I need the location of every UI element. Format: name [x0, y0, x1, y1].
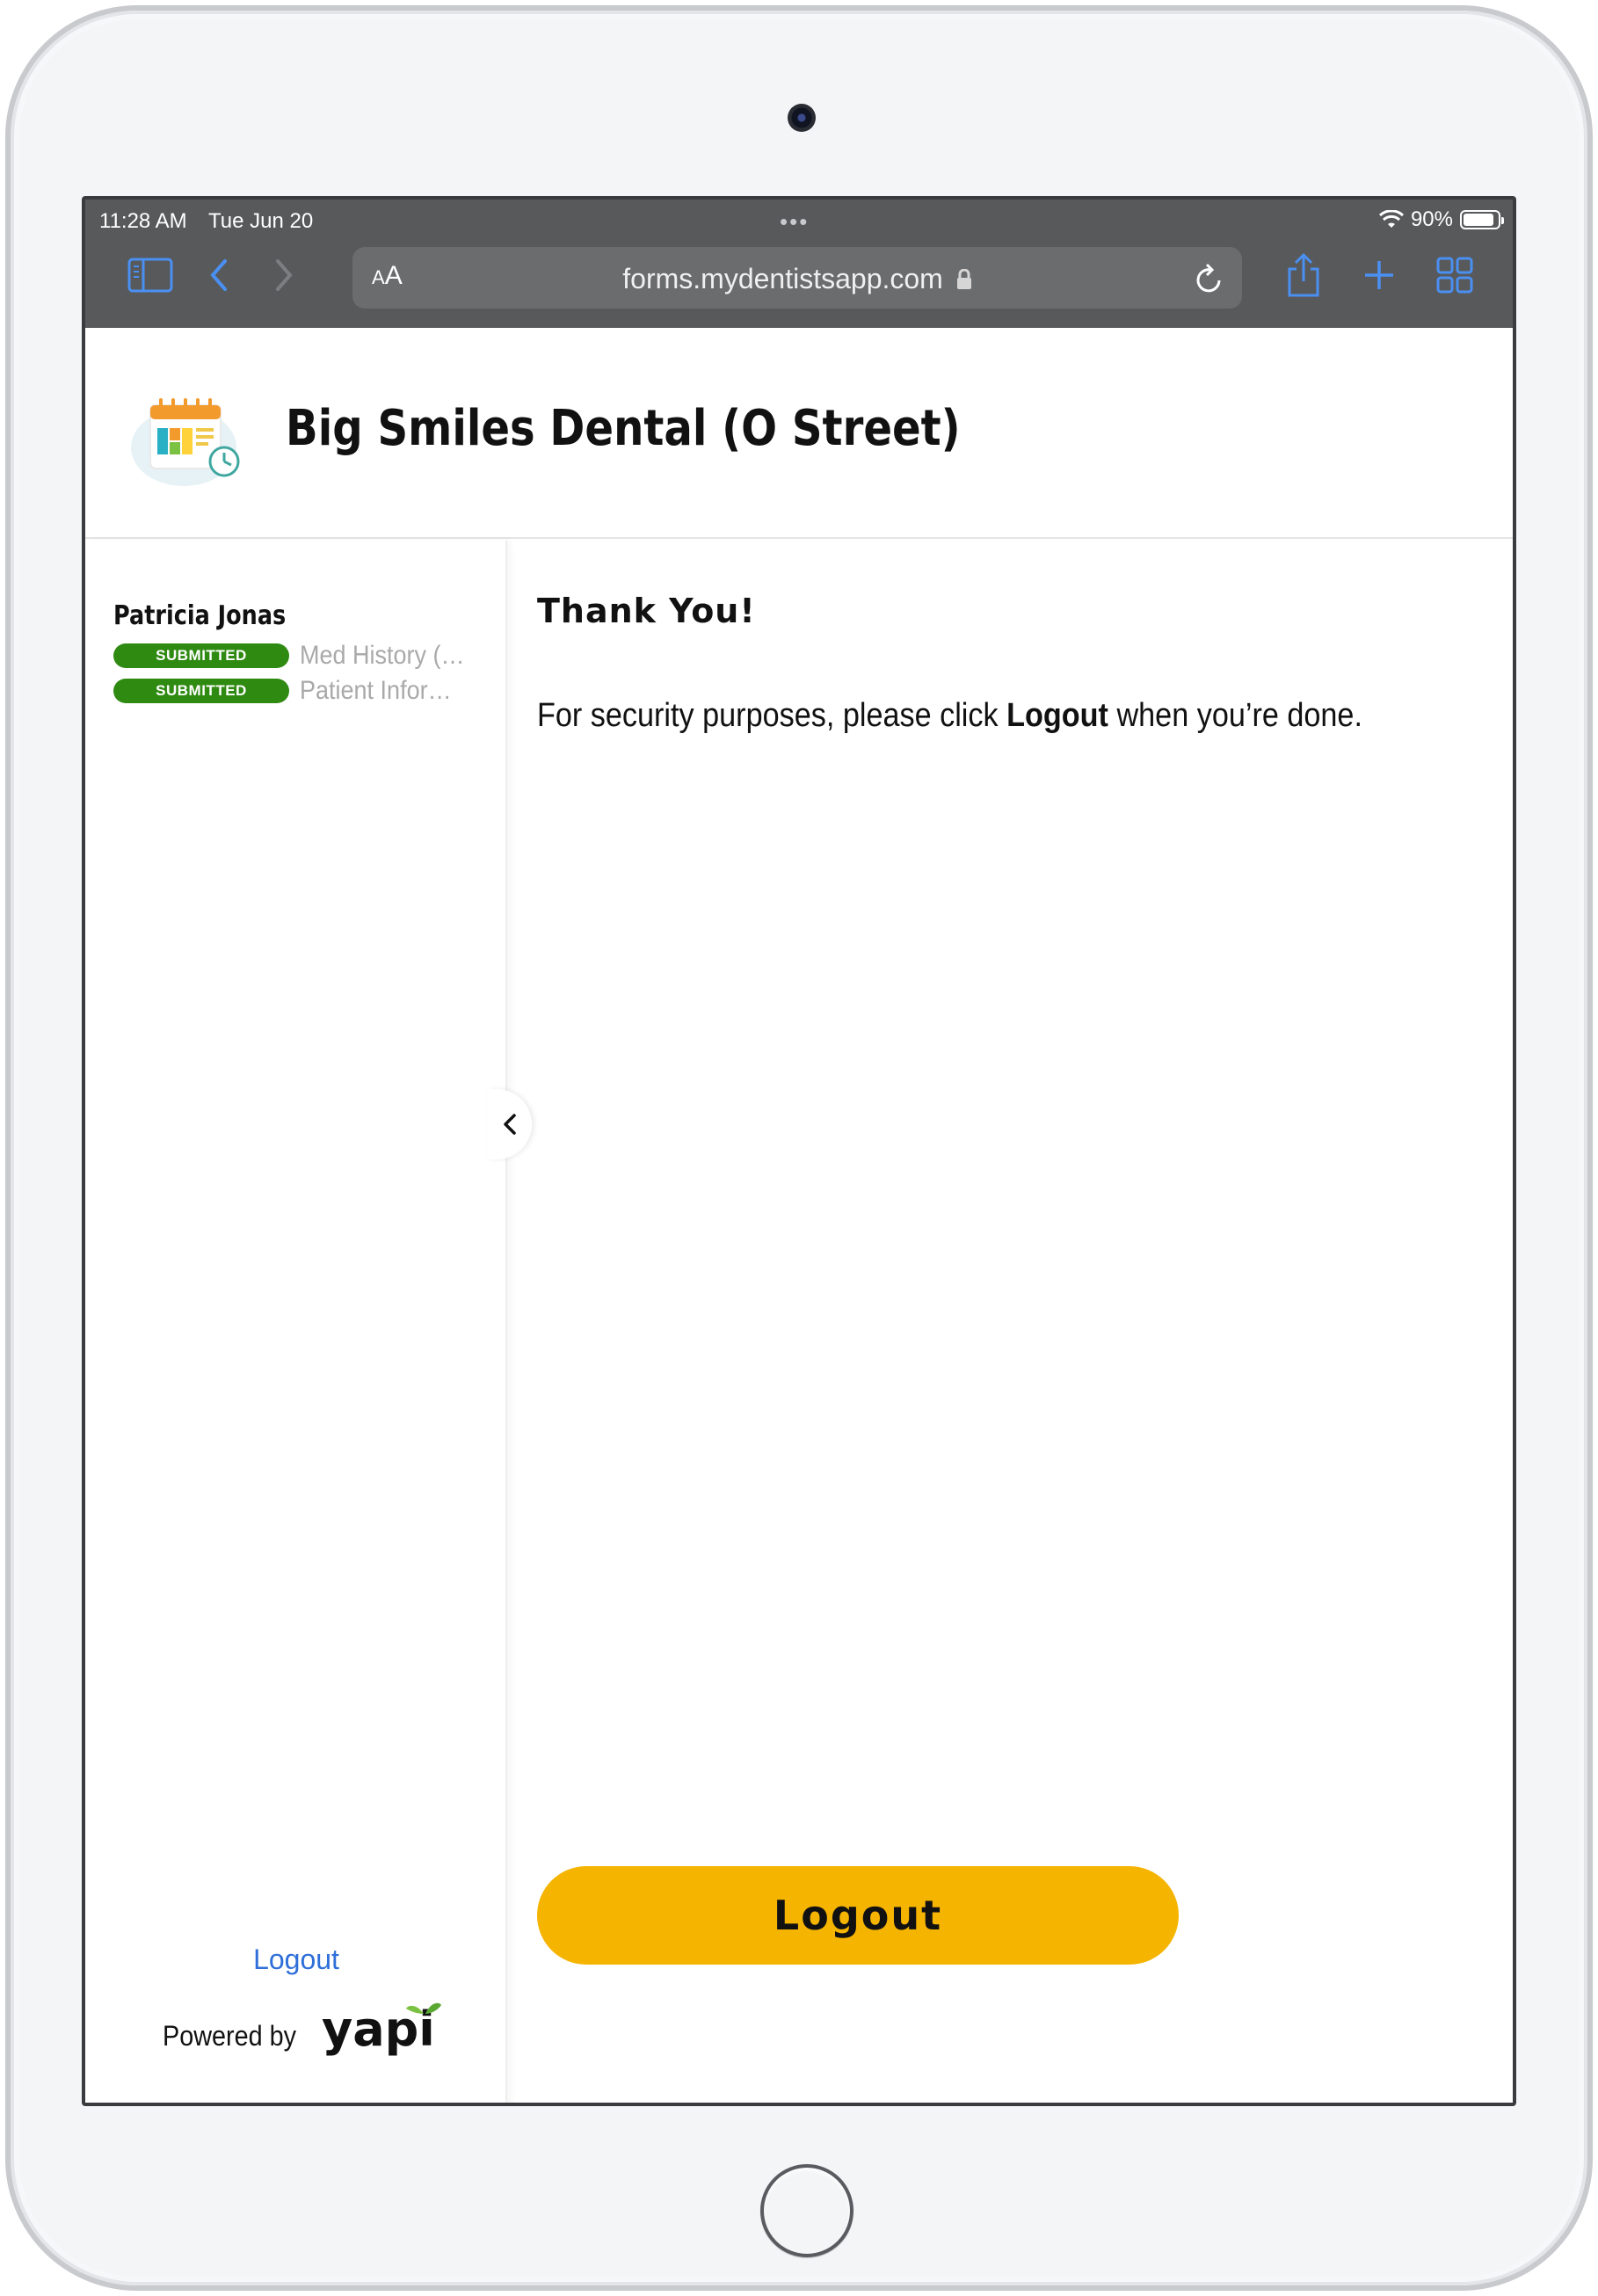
clinic-name: Big Smiles Dental (O Street): [286, 400, 961, 457]
battery-percent: 90%: [1410, 207, 1453, 231]
powered-by-text: Powered by: [163, 2020, 297, 2052]
back-icon[interactable]: [194, 252, 243, 298]
share-icon[interactable]: [1279, 252, 1328, 298]
page-header: Big Smiles Dental (O Street): [85, 328, 1513, 539]
address-bar[interactable]: AA forms.mydentistsapp.com: [352, 247, 1242, 309]
powered-by: Powered by yapi: [163, 2000, 443, 2061]
sidebar-toggle-icon[interactable]: [126, 252, 175, 298]
multitasking-dots-icon[interactable]: •••: [780, 208, 809, 236]
form-item[interactable]: SUBMITTED Patient Inform...: [113, 676, 484, 706]
status-time: 11:28 AM: [99, 209, 187, 233]
sidebar-logout-link[interactable]: Logout: [85, 1944, 507, 1976]
form-name: Med History (A...: [300, 641, 466, 670]
new-tab-icon[interactable]: [1355, 252, 1404, 298]
status-badge: SUBMITTED: [113, 643, 289, 668]
status-badge: SUBMITTED: [113, 679, 289, 703]
patient-name: Patricia Jonas: [113, 600, 287, 631]
lock-icon: [956, 268, 971, 289]
status-date: Tue Jun 20: [208, 209, 314, 233]
screen: 11:28 AM Tue Jun 20 ••• 90% AA forms.myd…: [82, 196, 1516, 2106]
browser-toolbar: 11:28 AM Tue Jun 20 ••• 90% AA forms.myd…: [85, 200, 1513, 328]
logout-button[interactable]: Logout: [537, 1866, 1179, 1965]
tabs-overview-icon[interactable]: [1430, 252, 1479, 298]
forms-calendar-logo: [131, 398, 240, 486]
wifi-icon: [1378, 210, 1404, 228]
security-message: For security purposes, please click Logo…: [537, 697, 1362, 734]
form-name: Patient Inform...: [300, 676, 466, 705]
battery-icon: [1460, 210, 1504, 229]
home-button[interactable]: [760, 2164, 853, 2257]
status-indicators: 90%: [1378, 207, 1504, 232]
reload-icon[interactable]: [1191, 261, 1226, 296]
url-text: forms.mydentistsapp.com: [352, 263, 1242, 295]
sidebar: Patricia Jonas SUBMITTED Med History (A.…: [85, 541, 507, 2103]
camera-icon: [788, 104, 816, 132]
forward-icon[interactable]: [259, 252, 309, 298]
main-content: Thank You! For security purposes, please…: [509, 541, 1513, 2103]
form-item[interactable]: SUBMITTED Med History (A...: [113, 641, 484, 671]
yapi-logo: yapi: [322, 2002, 441, 2057]
page-title: Thank You!: [537, 592, 756, 630]
